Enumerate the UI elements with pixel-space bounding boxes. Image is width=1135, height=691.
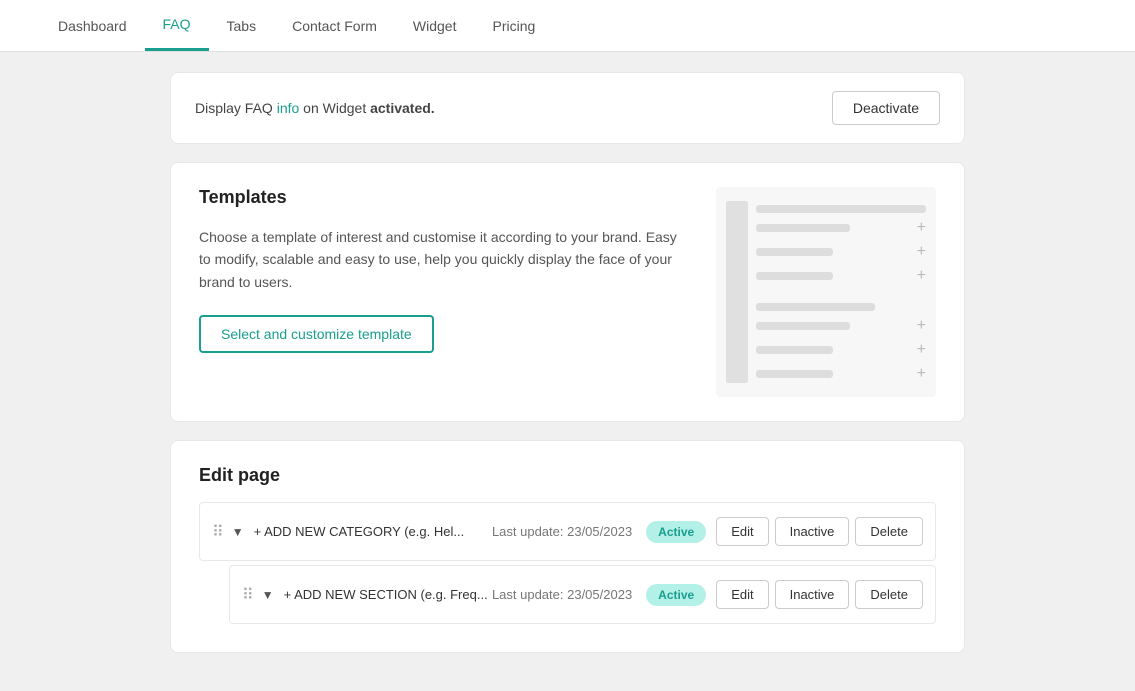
row-actions: Edit Inactive Delete	[716, 517, 923, 546]
preview-bar	[756, 248, 833, 256]
row-actions: Edit Inactive Delete	[716, 580, 923, 609]
activation-status: activated.	[370, 100, 435, 116]
chevron-down-icon[interactable]: ▼	[232, 525, 244, 539]
preview-bar	[756, 370, 833, 378]
templates-left: Templates Choose a template of interest …	[199, 187, 686, 353]
nav-tabs[interactable]: Tabs	[209, 2, 275, 50]
templates-title: Templates	[199, 187, 686, 208]
edit-button[interactable]: Edit	[716, 580, 768, 609]
deactivate-button[interactable]: Deactivate	[832, 91, 940, 125]
preview-bar	[756, 346, 833, 354]
nav-contact-form[interactable]: Contact Form	[274, 2, 395, 50]
table-row: ⠿ ▼ + ADD NEW SECTION (e.g. Freq... Last…	[229, 565, 936, 624]
row-date: Last update: 23/05/2023	[492, 524, 632, 539]
preview-bar	[756, 303, 875, 311]
row-label: + ADD NEW SECTION (e.g. Freq...	[284, 587, 492, 602]
plus-icon: +	[917, 243, 926, 261]
table-row: ⠿ ▼ + ADD NEW CATEGORY (e.g. Hel... Last…	[199, 502, 936, 561]
preview-line-7: +	[756, 341, 926, 359]
preview-line-4: +	[756, 267, 926, 285]
edit-page-card: Edit page ⠿ ▼ + ADD NEW CATEGORY (e.g. H…	[170, 440, 965, 653]
select-template-button[interactable]: Select and customize template	[199, 315, 434, 353]
main-content: Display FAQ info on Widget activated. De…	[0, 52, 1135, 691]
preview-sidebar	[726, 201, 748, 383]
plus-icon: +	[917, 365, 926, 383]
row-label: + ADD NEW CATEGORY (e.g. Hel...	[254, 524, 492, 539]
plus-icon: +	[917, 267, 926, 285]
drag-handle-icon[interactable]: ⠿	[212, 522, 224, 542]
nav-faq[interactable]: FAQ	[145, 0, 209, 51]
inactive-button[interactable]: Inactive	[775, 517, 850, 546]
status-badge: Active	[646, 521, 706, 543]
preview-bar	[756, 272, 833, 280]
edit-page-title: Edit page	[199, 465, 936, 486]
nav-dashboard[interactable]: Dashboard	[40, 2, 145, 50]
preview-line-5	[756, 303, 926, 311]
preview-line-3: +	[756, 243, 926, 261]
plus-icon: +	[917, 341, 926, 359]
top-navigation: Dashboard FAQ Tabs Contact Form Widget P…	[0, 0, 1135, 52]
nav-pricing[interactable]: Pricing	[474, 2, 553, 50]
status-badge: Active	[646, 584, 706, 606]
activation-card: Display FAQ info on Widget activated. De…	[170, 72, 965, 144]
templates-card: Templates Choose a template of interest …	[170, 162, 965, 422]
delete-button[interactable]: Delete	[855, 517, 923, 546]
plus-icon: +	[917, 317, 926, 335]
activation-text: Display FAQ info on Widget activated.	[195, 100, 435, 116]
row-date: Last update: 23/05/2023	[492, 587, 632, 602]
template-preview: + + +	[716, 187, 936, 397]
preview-bar	[756, 205, 926, 213]
nav-widget[interactable]: Widget	[395, 2, 475, 50]
preview-line-6: +	[756, 317, 926, 335]
preview-line-1	[756, 205, 926, 213]
preview-line-2: +	[756, 219, 926, 237]
plus-icon: +	[917, 219, 926, 237]
delete-button[interactable]: Delete	[855, 580, 923, 609]
preview-bar	[756, 224, 850, 232]
preview-content: + + +	[756, 201, 926, 383]
edit-button[interactable]: Edit	[716, 517, 768, 546]
chevron-down-icon[interactable]: ▼	[262, 588, 274, 602]
templates-description: Choose a template of interest and custom…	[199, 226, 686, 293]
inactive-button[interactable]: Inactive	[775, 580, 850, 609]
preview-bar	[756, 322, 850, 330]
preview-line-8: +	[756, 365, 926, 383]
info-link[interactable]: info	[277, 100, 300, 116]
